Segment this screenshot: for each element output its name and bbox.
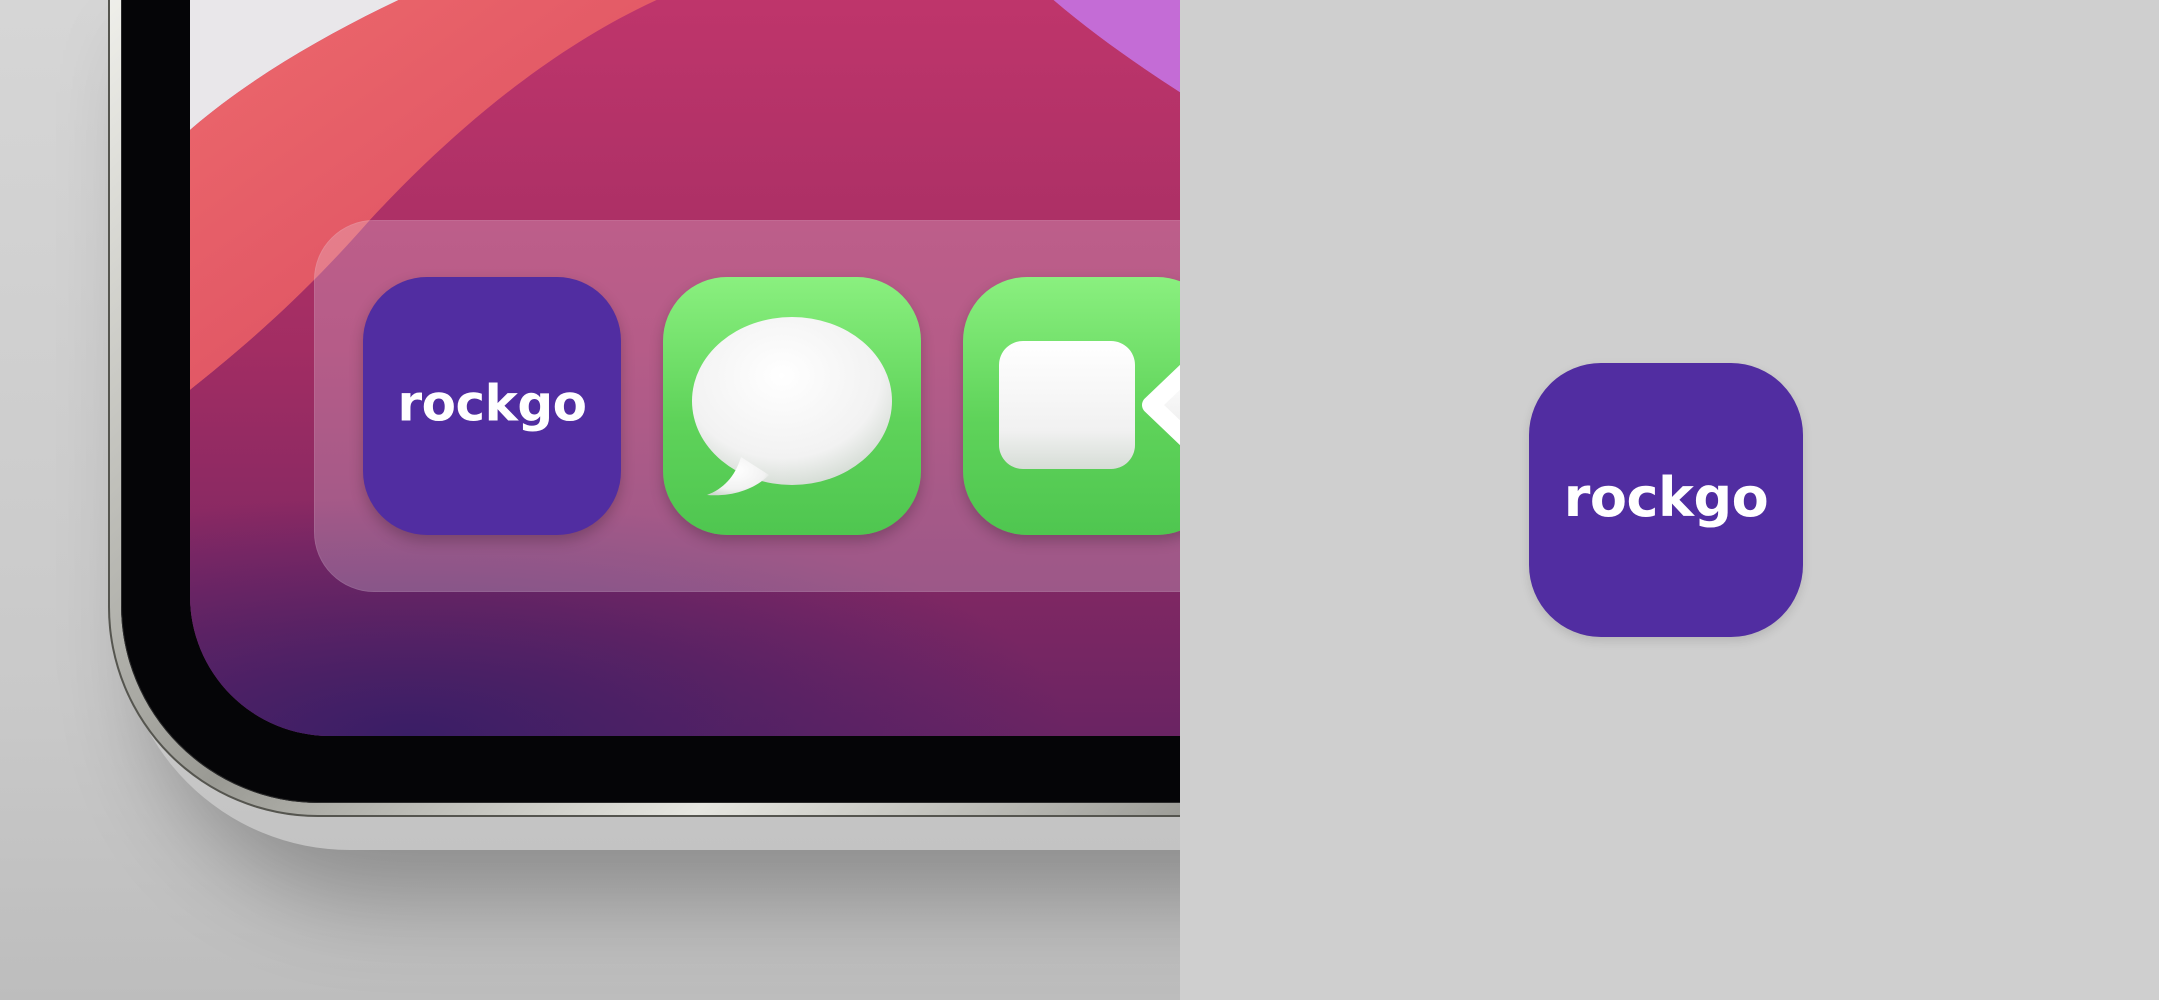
speech-bubble-icon xyxy=(692,317,892,496)
icon-preview-panel: rockgo xyxy=(1180,0,2159,1000)
rockgo-wordmark: rockgo xyxy=(1563,465,1769,529)
app-icon-rockgo[interactable]: rockgo xyxy=(1529,363,1803,637)
device-mockup-panel: rockgo xyxy=(0,0,1180,1000)
video-camera-icon xyxy=(999,341,1180,469)
dock-app-messages[interactable] xyxy=(663,277,921,535)
rockgo-wordmark: rockgo xyxy=(397,374,587,433)
device-screen: rockgo xyxy=(190,0,1180,736)
canvas: rockgo rockgo xyxy=(0,0,2159,1000)
dock-app-rockgo[interactable]: rockgo xyxy=(363,277,621,535)
dock: rockgo xyxy=(314,220,1180,592)
dock-app-facetime[interactable] xyxy=(963,277,1180,535)
